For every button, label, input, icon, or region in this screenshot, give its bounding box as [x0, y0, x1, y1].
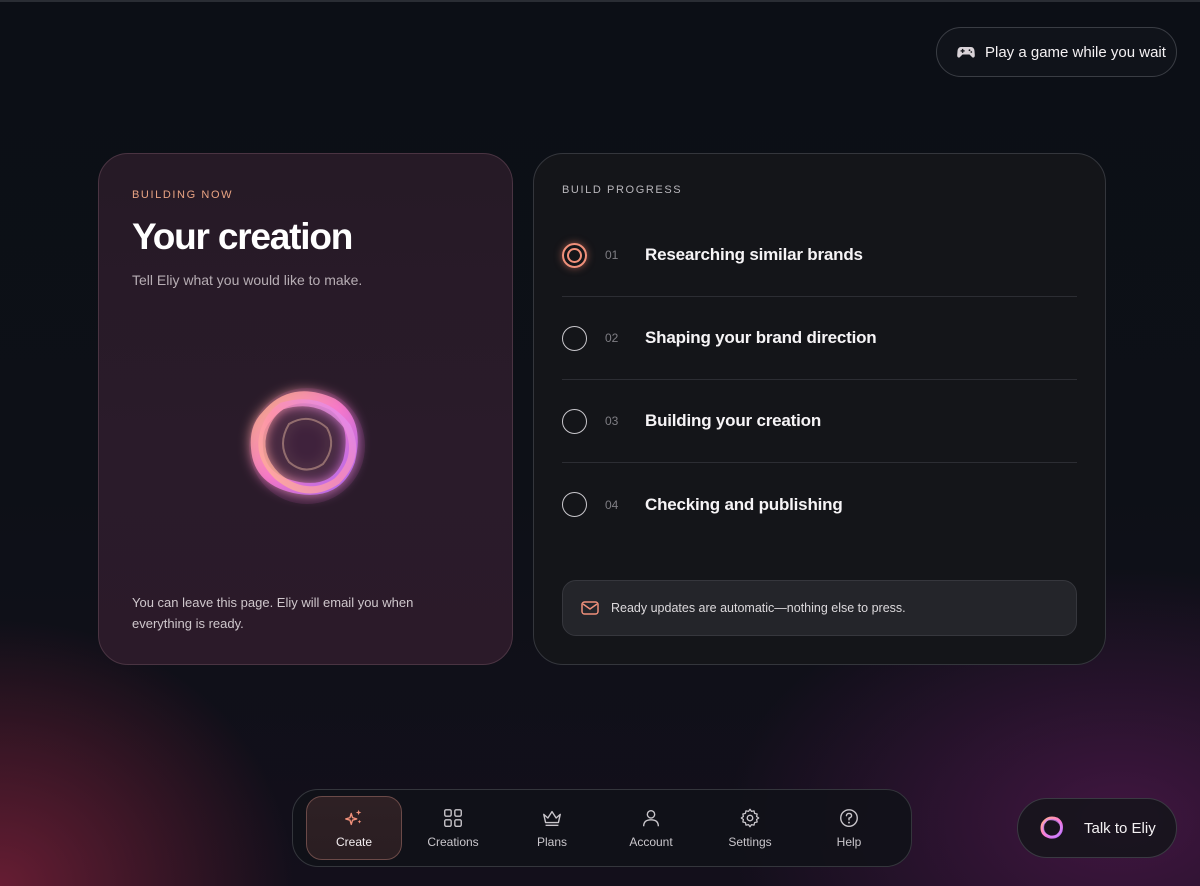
progress-step-4: 04 Checking and publishing [562, 463, 1077, 546]
nav-help[interactable]: Help [801, 796, 897, 860]
step-status-pending-icon [562, 408, 587, 434]
nav-create[interactable]: Create [306, 796, 402, 860]
building-now-eyebrow: BUILDING NOW [132, 189, 234, 201]
nav-account[interactable]: Account [603, 796, 699, 860]
progress-step-2: 02 Shaping your brand direction [562, 297, 1077, 380]
auto-update-text: Ready updates are automatic—nothing else… [611, 601, 906, 615]
nav-label: Create [335, 835, 373, 849]
step-number: 04 [605, 497, 619, 512]
leave-page-note: You can leave this page. Eliy will email… [132, 595, 414, 631]
progress-steps-list: 01 Researching similar brands 02 Shaping… [562, 214, 1077, 546]
user-icon [642, 809, 660, 827]
window-top-border [0, 0, 1200, 2]
progress-step-1: 01 Researching similar brands [562, 214, 1077, 297]
nav-plans[interactable]: Plans [504, 796, 600, 860]
talk-to-eliy-label: Talk to Eliy [1084, 819, 1156, 837]
build-progress-eyebrow: BUILD PROGRESS [562, 184, 683, 196]
step-label: Shaping your brand direction [645, 328, 877, 347]
nav-creations[interactable]: Creations [405, 796, 501, 860]
step-status-pending-icon [562, 325, 587, 351]
step-number: 01 [605, 248, 619, 262]
nav-label: Creations [427, 835, 479, 849]
crown-icon [543, 810, 561, 827]
step-number: 03 [605, 414, 619, 428]
grid-icon [444, 809, 462, 827]
eliy-orb-icon [1040, 816, 1063, 839]
sparkles-icon [345, 809, 362, 826]
nav-label: Plans [536, 835, 568, 849]
gamepad-icon [957, 45, 975, 59]
step-status-active-icon [562, 242, 587, 268]
page-title: Your creation [132, 216, 353, 257]
step-number: 02 [605, 331, 619, 345]
step-label: Researching similar brands [645, 245, 863, 264]
bottom-navigation: Create Creations Plans Account Settings [292, 789, 912, 867]
progress-step-3: 03 Building your creation [562, 380, 1077, 463]
help-circle-icon [840, 809, 858, 827]
step-status-pending-icon [562, 492, 587, 517]
play-game-label: Play a game while you wait [985, 43, 1166, 61]
mail-icon [581, 601, 599, 615]
build-progress-card: BUILD PROGRESS 01 Researching similar br… [533, 153, 1106, 665]
auto-update-notice: Ready updates are automatic—nothing else… [562, 580, 1077, 636]
eliy-orb-icon [249, 388, 365, 504]
step-label: Building your creation [645, 411, 822, 430]
nav-label: Settings [728, 835, 772, 849]
nav-label: Help [836, 835, 862, 849]
talk-to-eliy-button[interactable]: Talk to Eliy [1017, 798, 1177, 858]
play-game-button[interactable]: Play a game while you wait [936, 27, 1177, 77]
creation-card: BUILDING NOW Your creation Tell Eliy wha… [98, 153, 513, 665]
step-label: Checking and publishing [645, 494, 843, 514]
nav-settings[interactable]: Settings [702, 796, 798, 860]
gear-icon [740, 808, 760, 828]
creation-subtitle: Tell Eliy what you would like to make. [132, 272, 363, 288]
nav-label: Account [629, 835, 673, 849]
